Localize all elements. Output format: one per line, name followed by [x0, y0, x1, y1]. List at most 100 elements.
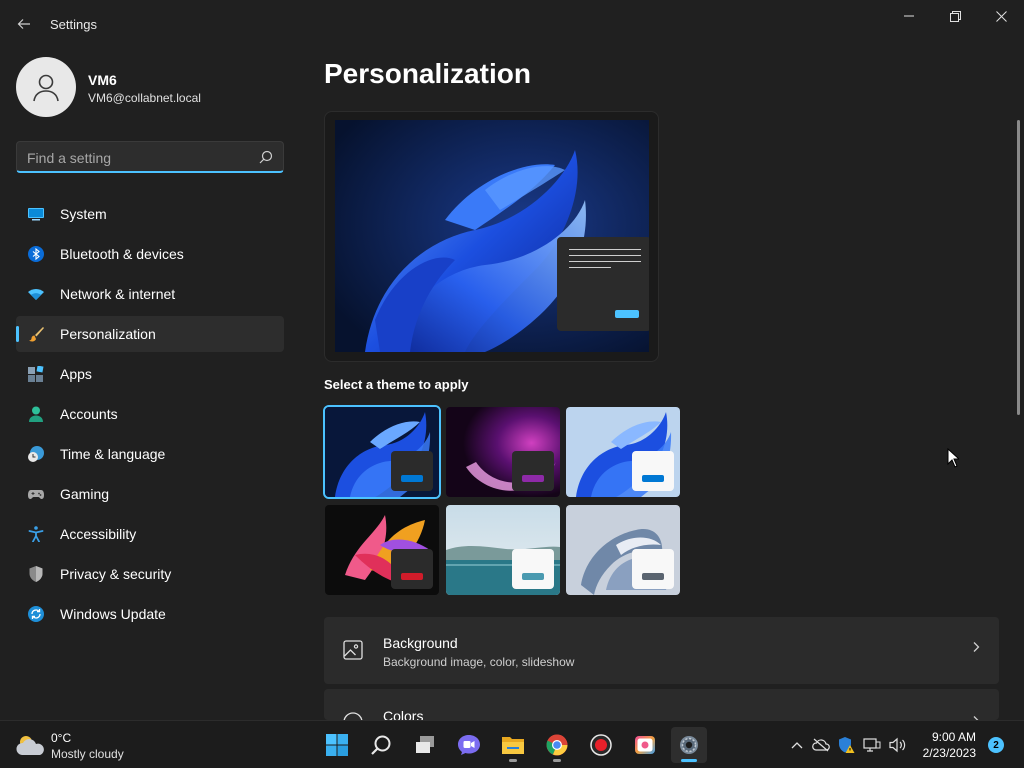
- running-indicator: [681, 759, 697, 762]
- theme-tile-glow[interactable]: [446, 407, 560, 497]
- mouse-cursor-icon: [947, 448, 959, 468]
- photos-button[interactable]: [627, 727, 663, 763]
- card-title: Background: [383, 635, 458, 651]
- photos-icon: [635, 736, 655, 754]
- weather-condition: Mostly cloudy: [51, 747, 124, 761]
- taskbar-search-button[interactable]: [363, 727, 399, 763]
- chevron-right-icon: [973, 642, 980, 652]
- sidebar-item-gaming[interactable]: Gaming: [16, 476, 284, 512]
- show-hidden-icons-button[interactable]: [787, 735, 807, 755]
- sidebar-item-label: System: [60, 206, 107, 222]
- theme-preview: [324, 111, 659, 362]
- scrollbar[interactable]: [1017, 120, 1020, 415]
- sidebar-item-apps[interactable]: Apps: [16, 356, 284, 392]
- accessibility-icon: [28, 526, 44, 542]
- avatar[interactable]: [16, 57, 76, 117]
- onedrive-icon: [812, 738, 830, 752]
- sidebar-item-label: Time & language: [60, 446, 166, 462]
- sidebar-item-windows-update[interactable]: Windows Update: [16, 596, 284, 632]
- chrome-icon: [546, 734, 568, 756]
- sample-button: [615, 310, 639, 318]
- sidebar-item-label: Accessibility: [60, 526, 137, 542]
- theme-tile-sunrise[interactable]: [446, 505, 560, 595]
- close-button[interactable]: [978, 0, 1024, 32]
- sample-text-line: [569, 267, 611, 268]
- sidebar-item-label: Apps: [60, 366, 92, 382]
- sidebar-item-bluetooth[interactable]: Bluetooth & devices: [16, 236, 284, 272]
- title-bar: Settings: [0, 0, 1024, 48]
- back-button[interactable]: [10, 12, 38, 36]
- theme-tile-light-bloom[interactable]: [566, 407, 680, 497]
- theme-sample-window: [632, 549, 674, 589]
- search-icon[interactable]: [259, 150, 273, 164]
- gamepad-icon: [28, 490, 44, 499]
- record-icon: [590, 734, 612, 756]
- sidebar-item-label: Windows Update: [60, 606, 166, 622]
- minimize-button[interactable]: [886, 0, 932, 32]
- start-icon: [326, 734, 348, 756]
- weather-temperature: 0°C: [51, 731, 72, 745]
- volume-tray[interactable]: [888, 735, 908, 755]
- sidebar-item-time-language[interactable]: Time & language: [16, 436, 284, 472]
- record-button[interactable]: [583, 727, 619, 763]
- chevron-up-icon: [791, 742, 803, 749]
- apps-icon: [28, 366, 44, 382]
- wifi-icon: [28, 289, 44, 300]
- start-button[interactable]: [319, 727, 355, 763]
- taskbar: 0°C Mostly cloudy 9:00 AM 2/23/2023 2: [0, 720, 1024, 768]
- person-icon: [33, 74, 59, 102]
- sidebar-item-system[interactable]: System: [16, 196, 284, 232]
- file-explorer-button[interactable]: [495, 727, 531, 763]
- onedrive-tray[interactable]: [811, 735, 831, 755]
- shield-icon: [29, 566, 43, 582]
- search-icon: [371, 735, 391, 755]
- theme-tile-dark-bloom[interactable]: [323, 405, 441, 499]
- sample-text-line: [569, 255, 641, 256]
- sidebar-item-label: Network & internet: [60, 286, 176, 302]
- running-indicator: [509, 759, 517, 762]
- theme-sample-window: [512, 549, 554, 589]
- page-title: Personalization: [324, 58, 531, 89]
- chrome-button[interactable]: [539, 727, 575, 763]
- theme-sample-window: [391, 549, 433, 589]
- sidebar-item-privacy-security[interactable]: Privacy & security: [16, 556, 284, 592]
- bluetooth-icon: [28, 246, 44, 262]
- background-setting-card[interactable]: Background Background image, color, slid…: [324, 617, 999, 684]
- sidebar-item-label: Privacy & security: [60, 566, 172, 582]
- volume-icon: [889, 737, 906, 753]
- sidebar-item-label: Accounts: [60, 406, 118, 422]
- sidebar-item-label: Gaming: [60, 486, 110, 502]
- theme-section-label: Select a theme to apply: [324, 377, 469, 392]
- app-title: Settings: [50, 17, 97, 32]
- theme-tile-captured-motion[interactable]: [325, 505, 439, 595]
- task-view-button[interactable]: [407, 727, 443, 763]
- restore-button[interactable]: [932, 0, 978, 32]
- network-tray[interactable]: [862, 735, 882, 755]
- minimize-icon: [904, 15, 914, 17]
- clock-time[interactable]: 9:00 AM: [932, 730, 976, 744]
- user-email: VM6@collabnet.local: [88, 91, 201, 105]
- sidebar-item-network[interactable]: Network & internet: [16, 276, 284, 312]
- security-tray[interactable]: [836, 735, 856, 755]
- sidebar-item-personalization[interactable]: Personalization: [16, 316, 284, 352]
- sidebar-nav: System Bluetooth & devices Network & int…: [16, 196, 284, 636]
- theme-tile-flow[interactable]: [566, 505, 680, 595]
- sidebar-item-accessibility[interactable]: Accessibility: [16, 516, 284, 552]
- weather-widget[interactable]: 0°C Mostly cloudy: [16, 729, 156, 761]
- colors-setting-card[interactable]: Colors: [324, 689, 999, 720]
- clock-globe-icon: [28, 446, 44, 462]
- desktop-preview: [335, 120, 649, 352]
- account-icon: [29, 406, 43, 422]
- chat-button[interactable]: [451, 727, 487, 763]
- cloud-sun-icon: [16, 736, 44, 755]
- search-box[interactable]: [16, 141, 284, 173]
- theme-sample-window: [391, 451, 433, 491]
- sidebar-item-label: Bluetooth & devices: [60, 246, 184, 262]
- clock-date[interactable]: 2/23/2023: [923, 746, 976, 760]
- theme-sample-window: [632, 451, 674, 491]
- notification-badge[interactable]: 2: [988, 737, 1004, 753]
- sidebar-item-accounts[interactable]: Accounts: [16, 396, 284, 432]
- sample-text-line: [569, 249, 641, 250]
- settings-button[interactable]: [671, 727, 707, 763]
- search-input[interactable]: [27, 148, 252, 168]
